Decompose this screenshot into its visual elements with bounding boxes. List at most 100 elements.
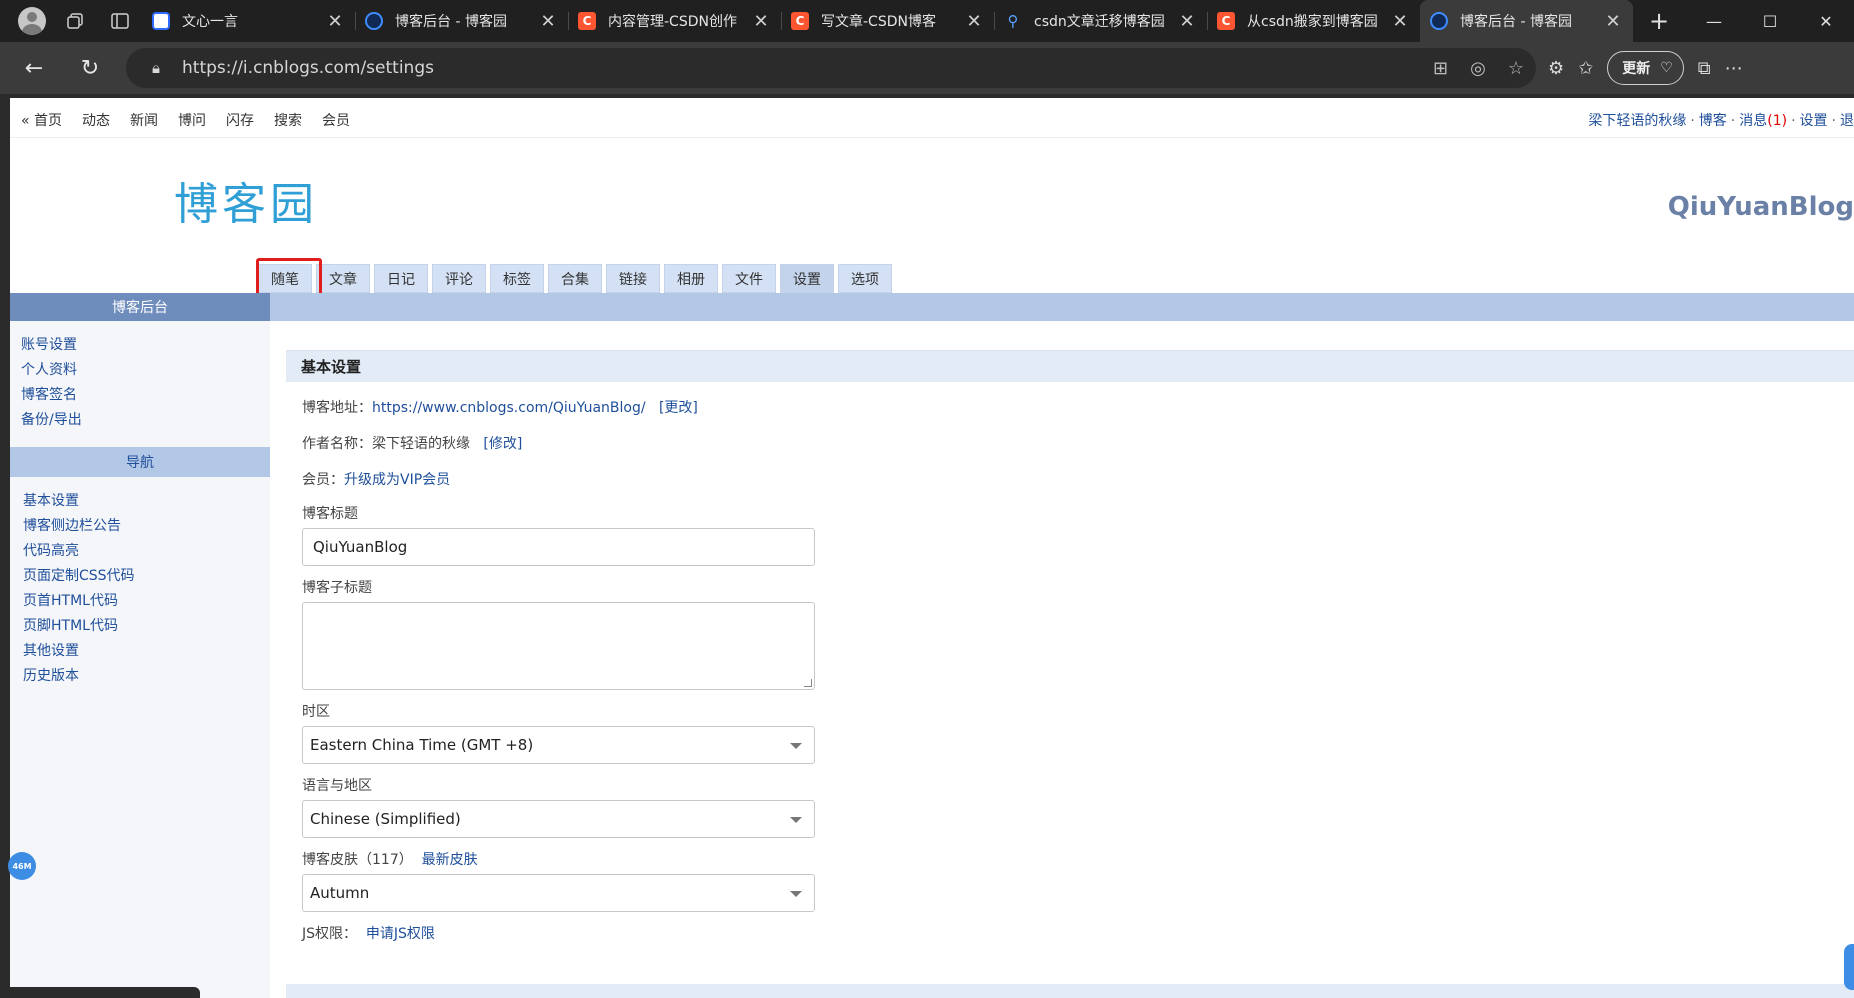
side-panel-tab[interactable] bbox=[1844, 944, 1854, 990]
url-text[interactable]: https://i.cnblogs.com/settings bbox=[182, 58, 434, 78]
workspaces-icon[interactable] bbox=[54, 0, 98, 42]
blog-title-input[interactable]: QiuYuanBlog bbox=[302, 528, 815, 566]
timezone-select[interactable]: Eastern China Time (GMT +8) bbox=[302, 726, 815, 764]
browser-tab-active[interactable]: 博客后台 - 博客园 ✕ bbox=[1420, 0, 1633, 42]
skin-count: （117） bbox=[358, 852, 413, 868]
browser-tab[interactable]: 博客后台 - 博客园 ✕ bbox=[355, 0, 568, 42]
blog-url-link[interactable]: https://www.cnblogs.com/QiuYuanBlog/ bbox=[372, 400, 646, 416]
nav-home-link[interactable]: « 首页 bbox=[21, 110, 62, 130]
messages-link[interactable]: 消息 bbox=[1739, 113, 1767, 129]
tab-collections[interactable]: 合集 bbox=[548, 264, 602, 293]
nav-feed-link[interactable]: 动态 bbox=[82, 110, 110, 130]
favorites-icon[interactable]: ✩ bbox=[1578, 58, 1593, 79]
language-select[interactable]: Chinese (Simplified) bbox=[302, 800, 815, 838]
read-aloud-icon[interactable]: ◎ bbox=[1470, 58, 1486, 79]
blog-url-row: 博客地址：https://www.cnblogs.com/QiuYuanBlog… bbox=[302, 398, 1854, 418]
skin-select[interactable]: Autumn bbox=[302, 874, 815, 912]
browser-tab[interactable]: C 从csdn搬家到博客园 ✕ bbox=[1207, 0, 1420, 42]
settings-link[interactable]: 设置 bbox=[1800, 113, 1828, 129]
blog-title[interactable]: QiuYuanBlog bbox=[1668, 192, 1854, 222]
nav-flash-link[interactable]: 闪存 bbox=[226, 110, 254, 130]
vip-upgrade-link[interactable]: 升级成为VIP会员 bbox=[344, 472, 450, 488]
url-field[interactable]: 🔒︎ https://i.cnblogs.com/settings ⊞ ◎ ☆ bbox=[126, 48, 1536, 88]
blog-url-change-link[interactable]: [更改] bbox=[659, 400, 698, 416]
js-permission-label: JS权限： bbox=[302, 926, 358, 942]
main-tabs: 随笔 文章 日记 评论 标签 合集 链接 相册 文件 设置 选项 bbox=[258, 264, 892, 293]
close-tab-icon[interactable]: ✕ bbox=[538, 11, 558, 32]
search-icon: ⚲ bbox=[1007, 12, 1019, 30]
vertical-tabs-icon[interactable] bbox=[98, 0, 142, 42]
csdn-icon: C bbox=[578, 12, 596, 30]
author-edit-link[interactable]: [修改] bbox=[483, 436, 522, 452]
sidebar-item-custom-css[interactable]: 页面定制CSS代码 bbox=[23, 564, 270, 589]
new-tab-icon[interactable]: + bbox=[1637, 0, 1681, 42]
timezone-value: Eastern China Time (GMT +8) bbox=[310, 736, 534, 754]
sidebar-item-account-settings[interactable]: 账号设置 bbox=[21, 333, 270, 358]
close-tab-icon[interactable]: ✕ bbox=[325, 11, 345, 32]
tab-comments[interactable]: 评论 bbox=[432, 264, 486, 293]
sidebar-item-sidebar-notice[interactable]: 博客侧边栏公告 bbox=[23, 514, 270, 539]
app-available-icon[interactable]: ⊞ bbox=[1433, 58, 1448, 79]
close-window-icon[interactable]: ✕ bbox=[1798, 0, 1854, 42]
refresh-icon[interactable]: ↻ bbox=[66, 48, 114, 88]
tab-articles[interactable]: 文章 bbox=[316, 264, 370, 293]
member-label: 会员： bbox=[302, 472, 344, 488]
tab-links[interactable]: 链接 bbox=[606, 264, 660, 293]
tab-settings[interactable]: 设置 bbox=[780, 264, 834, 293]
tab-title: 写文章-CSDN博客 bbox=[821, 14, 936, 30]
cnblogs-logo[interactable]: 博客园 bbox=[174, 168, 318, 232]
sidebar-item-signature[interactable]: 博客签名 bbox=[21, 383, 270, 408]
browser-tab[interactable]: 文心一言 ✕ bbox=[142, 0, 355, 42]
tab-diary[interactable]: 日记 bbox=[374, 264, 428, 293]
memory-usage-badge[interactable]: 46M bbox=[8, 852, 36, 880]
sidebar-item-backup[interactable]: 备份/导出 bbox=[21, 408, 270, 433]
collections-icon[interactable]: ⧉ bbox=[1698, 58, 1711, 79]
browser-tab[interactable]: ⚲ csdn文章迁移博客园 ✕ bbox=[994, 0, 1207, 42]
favorite-star-icon[interactable]: ☆ bbox=[1508, 58, 1524, 79]
nav-member-link[interactable]: 会员 bbox=[322, 110, 350, 130]
blog-link[interactable]: 博客 bbox=[1699, 113, 1727, 129]
maximize-icon[interactable]: ☐ bbox=[1742, 0, 1798, 42]
tab-files[interactable]: 文件 bbox=[722, 264, 776, 293]
minimize-icon[interactable]: — bbox=[1686, 0, 1742, 42]
close-tab-icon[interactable]: ✕ bbox=[964, 11, 984, 32]
sidebar-item-basic-settings[interactable]: 基本设置 bbox=[23, 489, 270, 514]
nav-questions-link[interactable]: 博问 bbox=[178, 110, 206, 130]
blog-title-label: 博客标题 bbox=[302, 506, 358, 522]
extensions-icon[interactable]: ⚙ bbox=[1548, 58, 1564, 79]
js-permission-row: JS权限： 申请JS权限 bbox=[302, 924, 1854, 944]
lock-icon[interactable]: 🔒︎ bbox=[136, 59, 176, 77]
close-tab-icon[interactable]: ✕ bbox=[1390, 11, 1410, 32]
nav-search-link[interactable]: 搜索 bbox=[274, 110, 302, 130]
sidebar-item-profile[interactable]: 个人资料 bbox=[21, 358, 270, 383]
message-count[interactable]: (1) bbox=[1767, 113, 1787, 129]
sidebar-item-header-html[interactable]: 页首HTML代码 bbox=[23, 589, 270, 614]
cnblogs-icon bbox=[1430, 12, 1448, 30]
nav-news-link[interactable]: 新闻 bbox=[130, 110, 158, 130]
tab-tags[interactable]: 标签 bbox=[490, 264, 544, 293]
user-name-link[interactable]: 梁下轻语的秋缘 bbox=[1588, 113, 1686, 129]
wenxin-icon bbox=[152, 12, 170, 30]
back-icon[interactable]: ← bbox=[10, 48, 58, 88]
tab-title: 文心一言 bbox=[182, 14, 238, 30]
browser-tab[interactable]: C 内容管理-CSDN创作 ✕ bbox=[568, 0, 781, 42]
sidebar-item-code-highlight[interactable]: 代码高亮 bbox=[23, 539, 270, 564]
window-controls: — ☐ ✕ bbox=[1686, 0, 1854, 42]
tab-albums[interactable]: 相册 bbox=[664, 264, 718, 293]
update-button[interactable]: 更新 ♡ bbox=[1607, 51, 1684, 85]
js-permission-link[interactable]: 申请JS权限 bbox=[366, 926, 435, 942]
status-bar bbox=[0, 987, 200, 998]
close-tab-icon[interactable]: ✕ bbox=[1177, 11, 1197, 32]
close-tab-icon[interactable]: ✕ bbox=[751, 11, 771, 32]
sidebar-item-history[interactable]: 历史版本 bbox=[23, 664, 270, 689]
profile-avatar-icon[interactable] bbox=[10, 0, 54, 42]
sidebar-item-footer-html[interactable]: 页脚HTML代码 bbox=[23, 614, 270, 639]
more-menu-icon[interactable]: ⋯ bbox=[1725, 58, 1743, 79]
close-tab-icon[interactable]: ✕ bbox=[1603, 11, 1623, 32]
blog-subtitle-textarea[interactable] bbox=[302, 602, 815, 690]
latest-skins-link[interactable]: 最新皮肤 bbox=[422, 852, 478, 868]
logout-link[interactable]: 退 bbox=[1840, 113, 1854, 129]
tab-options[interactable]: 选项 bbox=[838, 264, 892, 293]
browser-tab[interactable]: C 写文章-CSDN博客 ✕ bbox=[781, 0, 994, 42]
sidebar-item-other-settings[interactable]: 其他设置 bbox=[23, 639, 270, 664]
